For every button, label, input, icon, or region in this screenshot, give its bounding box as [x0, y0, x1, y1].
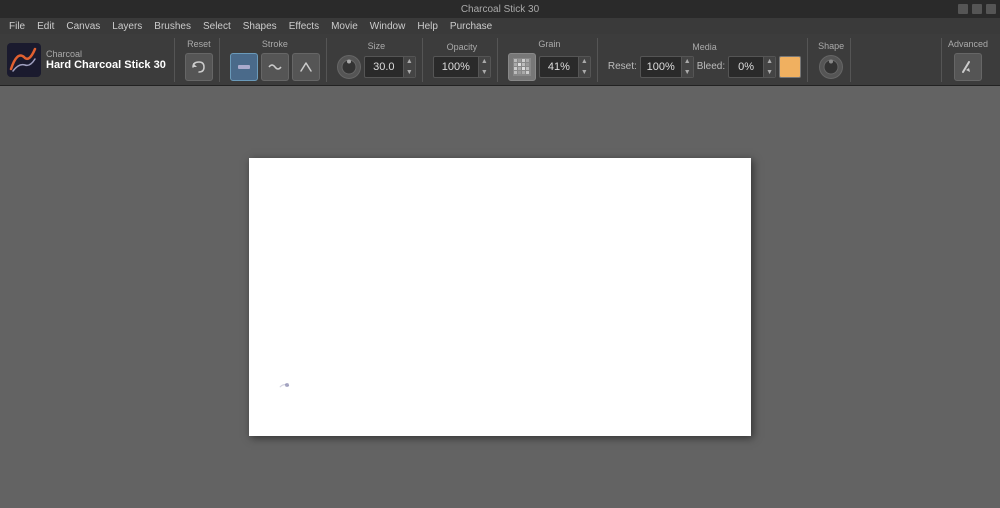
- menu-file[interactable]: File: [4, 18, 30, 34]
- grain-controls: ▲ ▼: [508, 53, 591, 81]
- media-reset-arrow[interactable]: ▲ ▼: [681, 56, 693, 78]
- menu-shapes[interactable]: Shapes: [238, 18, 282, 34]
- canvas-area[interactable]: [0, 86, 1000, 508]
- size-controls: ▲ ▼: [337, 55, 416, 79]
- bleed-input-group: ▲ ▼: [728, 56, 776, 78]
- bleed-input[interactable]: [729, 61, 763, 73]
- size-dial[interactable]: [337, 55, 361, 79]
- menu-layers[interactable]: Layers: [107, 18, 147, 34]
- app-logo[interactable]: [6, 42, 42, 78]
- menu-window[interactable]: Window: [365, 18, 411, 34]
- media-controls: Reset: ▲ ▼ Bleed: ▲ ▼: [608, 56, 801, 78]
- color-swatch[interactable]: [779, 56, 801, 78]
- reset-section: Reset: [179, 38, 220, 82]
- media-label: Media: [692, 42, 717, 52]
- opacity-input-group: ▲ ▼: [433, 56, 491, 78]
- menu-bar: File Edit Canvas Layers Brushes Select S…: [0, 18, 1000, 34]
- advanced-button[interactable]: [954, 53, 982, 81]
- drawing-canvas[interactable]: [249, 158, 751, 436]
- menu-select[interactable]: Select: [198, 18, 236, 34]
- size-input[interactable]: [365, 61, 403, 73]
- media-section: Media Reset: ▲ ▼ Bleed: ▲ ▼: [602, 38, 808, 82]
- opacity-section: Opacity ▲ ▼: [427, 38, 498, 82]
- stroke-section: Stroke: [224, 38, 327, 82]
- bleed-label: Bleed:: [697, 61, 725, 72]
- advanced-label: Advanced: [948, 39, 988, 49]
- size-arrow[interactable]: ▲ ▼: [403, 56, 415, 78]
- opacity-input[interactable]: [434, 61, 478, 73]
- menu-brushes[interactable]: Brushes: [149, 18, 196, 34]
- menu-help[interactable]: Help: [412, 18, 443, 34]
- stroke-controls: [230, 53, 320, 81]
- stroke-style-2[interactable]: [261, 53, 289, 81]
- media-reset-input[interactable]: [641, 61, 681, 73]
- brush-name-block: Charcoal Hard Charcoal Stick 30: [46, 49, 166, 71]
- size-input-group: ▲ ▼: [364, 56, 416, 78]
- media-reset-input-group: ▲ ▼: [640, 56, 694, 78]
- menu-purchase[interactable]: Purchase: [445, 18, 497, 34]
- cursor-indicator: [283, 380, 289, 386]
- advanced-controls: [954, 53, 982, 81]
- shape-section: Shape: [812, 38, 851, 82]
- toolbar: Charcoal Hard Charcoal Stick 30 Reset St…: [0, 34, 1000, 86]
- window-title: Charcoal Stick 30: [461, 4, 539, 15]
- menu-effects[interactable]: Effects: [284, 18, 324, 34]
- reset-button[interactable]: [185, 53, 213, 81]
- bleed-arrow[interactable]: ▲ ▼: [763, 56, 775, 78]
- grain-section: Grain: [502, 38, 598, 82]
- close-button[interactable]: [986, 4, 996, 14]
- size-label: Size: [368, 41, 386, 51]
- maximize-button[interactable]: [972, 4, 982, 14]
- stroke-style-3[interactable]: [292, 53, 320, 81]
- grain-input[interactable]: [540, 61, 578, 73]
- advanced-section: Advanced: [941, 38, 994, 82]
- title-bar: Charcoal Stick 30: [0, 0, 1000, 18]
- opacity-label: Opacity: [447, 42, 478, 52]
- menu-canvas[interactable]: Canvas: [61, 18, 105, 34]
- shape-controls: [819, 55, 843, 79]
- grain-texture-icon[interactable]: [508, 53, 536, 81]
- size-section: Size ▲ ▼: [331, 38, 423, 82]
- shape-label: Shape: [818, 41, 844, 51]
- grain-arrow[interactable]: ▲ ▼: [578, 56, 590, 78]
- reset-controls: [185, 53, 213, 81]
- minimize-button[interactable]: [958, 4, 968, 14]
- media-reset-label: Reset:: [608, 61, 637, 72]
- opacity-controls: ▲ ▼: [433, 56, 491, 78]
- grain-label: Grain: [538, 39, 560, 49]
- stroke-style-1[interactable]: [230, 53, 258, 81]
- reset-label: Reset: [187, 39, 211, 49]
- menu-movie[interactable]: Movie: [326, 18, 363, 34]
- grain-input-group: ▲ ▼: [539, 56, 591, 78]
- stroke-label: Stroke: [262, 39, 288, 49]
- window-controls: [958, 4, 996, 14]
- opacity-arrow[interactable]: ▲ ▼: [478, 56, 490, 78]
- brush-category: Charcoal: [46, 49, 166, 59]
- brush-preview: Charcoal Hard Charcoal Stick 30: [6, 38, 175, 82]
- menu-edit[interactable]: Edit: [32, 18, 59, 34]
- brush-name: Hard Charcoal Stick 30: [46, 59, 166, 71]
- shape-dial[interactable]: [819, 55, 843, 79]
